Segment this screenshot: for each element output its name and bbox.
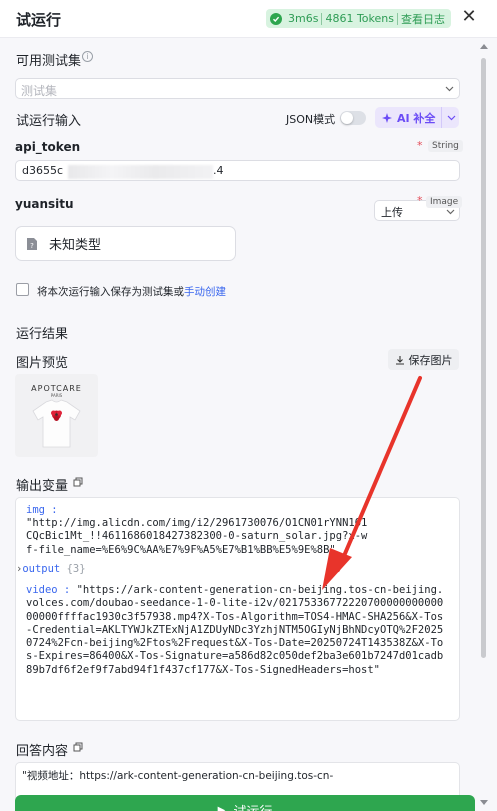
- red-arrow-annotation: [322, 376, 422, 590]
- run-button-label: 试运行: [233, 801, 272, 811]
- answer-label: 回答内容: [16, 744, 69, 759]
- scroll-down-arrow-icon[interactable]: [480, 800, 488, 805]
- run-button[interactable]: ▶ 试运行: [15, 795, 475, 811]
- scrollbar-thumb[interactable]: [481, 58, 486, 658]
- scroll-up-arrow-icon[interactable]: [480, 44, 488, 49]
- play-icon: ▶: [217, 804, 226, 811]
- answer-text: "视频地址：https://ark-content-generation-cn-…: [22, 770, 334, 782]
- copy-icon[interactable]: [73, 742, 83, 752]
